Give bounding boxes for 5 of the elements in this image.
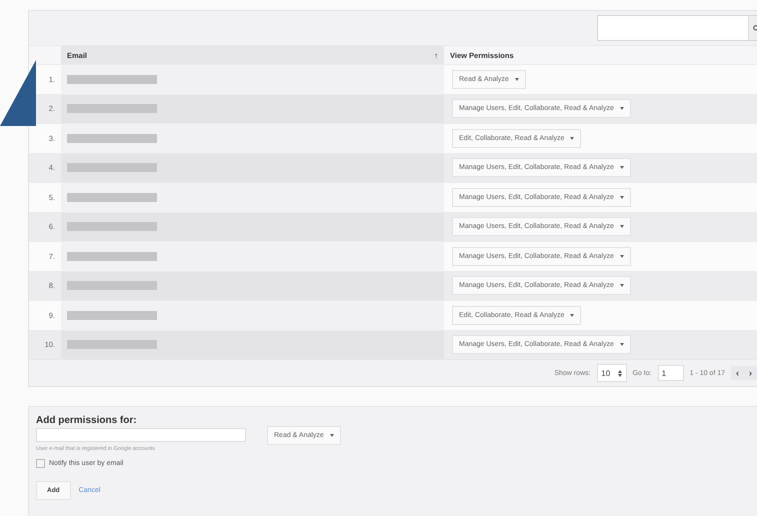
goto-field[interactable]: 1 (658, 365, 684, 381)
section-title: Add permissions for: (36, 415, 138, 426)
rows-select[interactable]: 10 (596, 364, 626, 382)
previous-page-button[interactable]: ‹ (731, 366, 744, 380)
next-page-button[interactable]: › (744, 366, 757, 380)
